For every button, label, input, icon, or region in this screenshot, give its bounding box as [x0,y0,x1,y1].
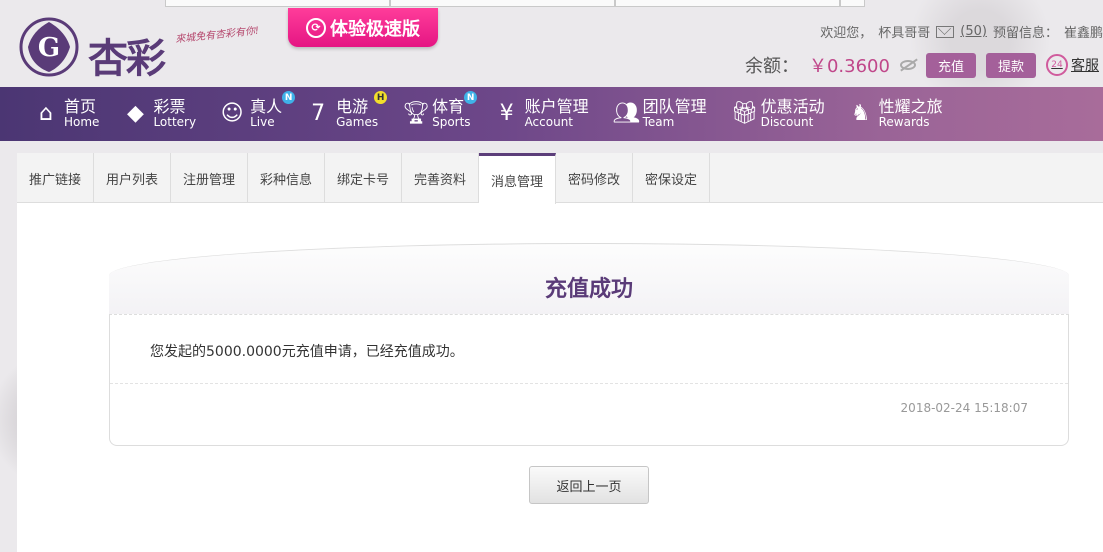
new-badge: N [282,91,296,105]
account-tabs: 推广链接 用户列表 注册管理 彩种信息 绑定卡号 完善资料 消息管理 密码修改 … [17,153,1103,204]
tab-password[interactable]: 密码修改 [556,153,633,203]
sync-icon: ⟳ [306,17,326,38]
divider [110,383,1068,384]
trophy-icon: 🏆︎ [402,101,431,127]
nav-item-team[interactable]: 👥︎ 团队管理 Team [612,97,707,130]
promo-label: 体验极速版 [330,18,420,40]
nav-label-cn: 电游 [336,97,369,117]
user-info-line: 欢迎您， 杯具哥哥 (50) 预留信息： 崔鑫鹏 [820,22,1103,41]
nav-label-en: Games [336,115,379,130]
nav-label-cn: 性耀之旅 [878,97,943,117]
top-tab-3 [615,0,840,7]
nav-label-en: Team [642,115,675,130]
nav-item-lottery[interactable]: ◆ 彩票 Lottery [123,97,197,130]
message-title: 充值成功 [544,277,633,302]
browser-tab-strip [0,0,1103,8]
back-button[interactable]: 返回上一页 [529,466,649,504]
top-tab-4 [840,0,865,7]
nav-label-cn: 优惠活动 [760,97,825,117]
nav-label-en: Lottery [153,115,197,130]
tab-lottery-info[interactable]: 彩种信息 [248,153,325,203]
nav-label-en: Discount [760,115,814,130]
hot-badge: H [374,91,388,105]
nav-item-live[interactable]: ☺ 真人 Live N [220,91,296,130]
reserved-info-label: 预留信息： [992,26,1058,41]
svg-text:G: G [38,33,60,63]
tab-profile[interactable]: 完善资料 [402,153,479,203]
site-header: G 杏彩 來城免有杏彩有你! ⟳ 体验极速版 欢迎您， 杯具哥哥 (50) 预留… [0,8,1103,87]
withdraw-button[interactable]: 提款 [985,52,1036,78]
promo-fast-version-button[interactable]: ⟳ 体验极速版 [288,8,438,47]
balance-row: 余额： ￥0.3600 充值 提款 24 客服 [745,52,1099,78]
nav-item-home[interactable]: ⌂ 首页 Home [34,97,100,130]
main-nav: ⌂ 首页 Home ◆ 彩票 Lottery ☺ 真人 Live N 7 电游 Game… [0,87,1103,141]
nav-item-games[interactable]: 7 电游 Games H [306,91,388,130]
reserved-info-value: 崔鑫鹏 [1063,26,1103,41]
nav-label-en: Home [64,115,100,130]
nav-label-en: Sports [432,115,471,130]
nav-label-en: Account [524,115,574,130]
top-tab-1 [165,0,390,7]
username: 杯具哥哥 [878,26,931,41]
nav-label-en: Rewards [878,115,930,130]
mail-count-link[interactable]: (50) [960,24,987,39]
tab-promo-link[interactable]: 推广链接 [17,153,94,203]
nav-label-cn: 真人 [250,97,283,117]
team-icon: 👥︎ [612,101,641,127]
nav-label-en: Live [250,115,275,130]
service-label: 客服 [1071,58,1099,74]
balance-label: 余额： [744,56,799,77]
logo-emblem-icon[interactable]: G [18,16,80,78]
lottery-icon: ◆ [126,101,144,127]
tab-messages[interactable]: 消息管理 [479,153,556,204]
nav-item-sports[interactable]: 🏆︎ 体育 Sports N [402,91,478,130]
nav-item-discount[interactable]: 🎁︎ 优惠活动 Discount [730,97,825,130]
rewards-icon: ♞ [850,101,871,127]
tab-user-list[interactable]: 用户列表 [94,153,171,203]
slogan: 來城免有杏彩有你! [174,25,260,46]
nav-item-rewards[interactable]: ♞ 性耀之旅 Rewards [849,97,943,130]
message-card: 充值成功 您发起的5000.0000元充值申请，已经充值成功。 2018-02-… [109,243,1069,446]
service-24h-icon: 24 [1046,54,1068,76]
deposit-button[interactable]: 充值 [925,52,976,78]
balance-value: ￥0.3600 [808,56,890,77]
slot-7-icon: 7 [311,101,326,127]
gift-icon: 🎁︎ [730,101,759,127]
tab-registration[interactable]: 注册管理 [171,153,248,203]
yen-coin-icon: ¥ [499,101,514,127]
top-tab-2 [390,0,615,7]
live-icon: ☺ [220,101,244,127]
nav-item-account[interactable]: ¥ 账户管理 Account [495,97,589,130]
tab-security[interactable]: 密保设定 [633,153,710,203]
message-card-body: 您发起的5000.0000元充值申请，已经充值成功。 2018-02-24 15… [109,314,1069,446]
message-timestamp: 2018-02-24 15:18:07 [900,401,1028,415]
logo-text[interactable]: 杏彩 [88,26,166,84]
nav-label-cn: 团队管理 [642,97,707,117]
tab-bind-card[interactable]: 绑定卡号 [325,153,402,203]
nav-label-cn: 账户管理 [524,97,589,117]
main-panel: 推广链接 用户列表 注册管理 彩种信息 绑定卡号 完善资料 消息管理 密码修改 … [17,153,1103,552]
nav-label-cn: 首页 [64,97,97,117]
new-badge: N [464,91,478,105]
message-body: 您发起的5000.0000元充值申请，已经充值成功。 [150,344,464,360]
mail-icon[interactable] [936,25,955,38]
welcome-text: 欢迎您， [820,26,873,41]
home-icon: ⌂ [39,101,53,127]
nav-label-cn: 彩票 [153,97,186,117]
customer-service-link[interactable]: 24 客服 [1046,54,1099,76]
hide-balance-icon[interactable] [899,60,916,70]
